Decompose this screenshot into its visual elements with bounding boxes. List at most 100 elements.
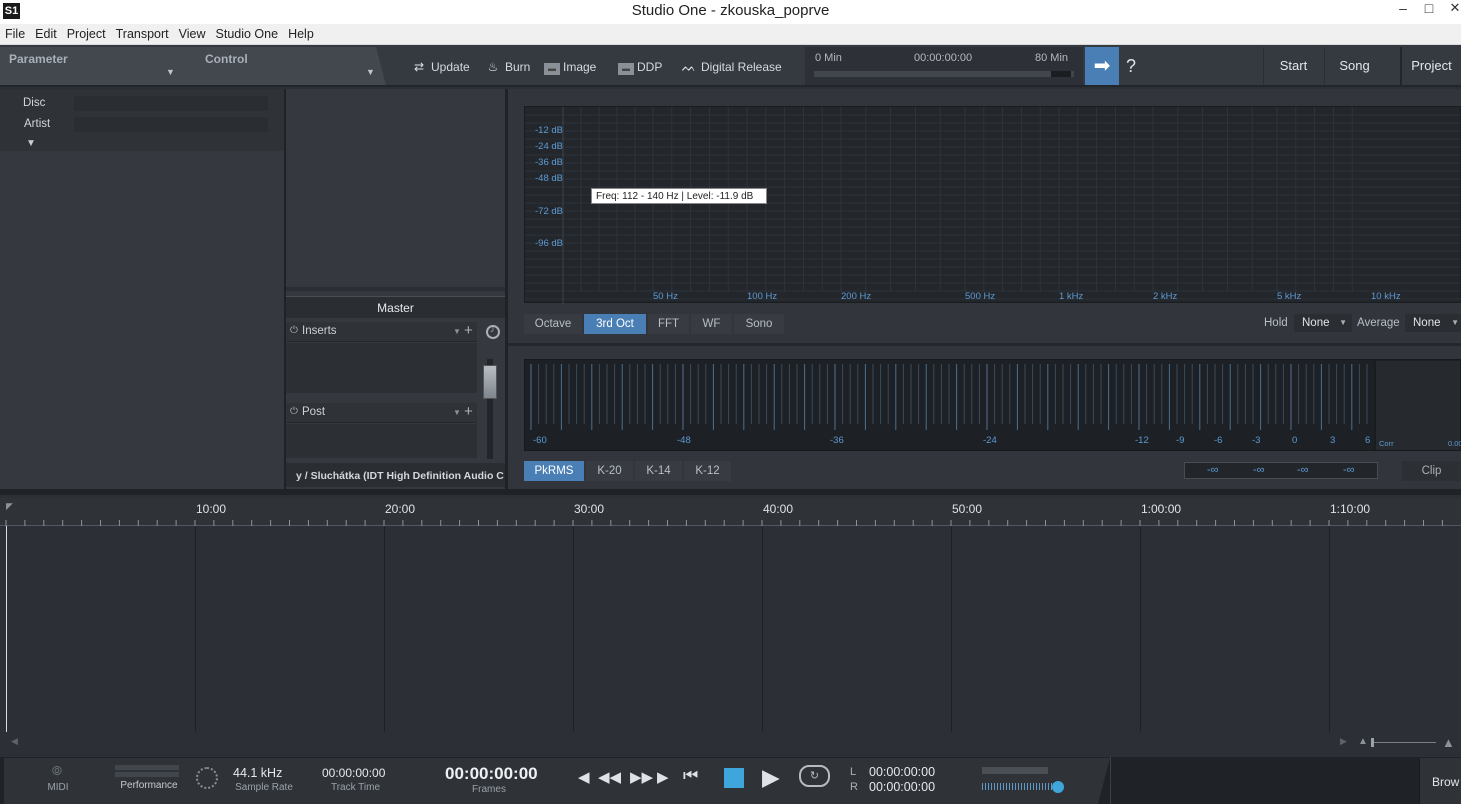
post-dropdown-icon[interactable]: ▼ [453, 408, 461, 417]
menu-transport[interactable]: Transport [111, 24, 174, 41]
nav-song[interactable]: Song [1324, 47, 1384, 85]
hz-label: 1 kHz [1059, 291, 1084, 302]
hz-label: 5 kHz [1277, 291, 1302, 302]
browse-button[interactable]: Brow [1419, 758, 1461, 804]
mini-timeline-track[interactable] [814, 71, 1074, 77]
nav-start[interactable]: Start [1263, 47, 1323, 85]
ruler-label: 50:00 [952, 502, 983, 516]
help-button[interactable]: ? [1126, 47, 1150, 85]
meter-mode-k14[interactable]: K-14 [635, 461, 682, 481]
zoom-slider[interactable] [1372, 742, 1436, 743]
scroll-right-icon[interactable]: ▶ [1340, 736, 1347, 747]
title-bar: S1 Studio One - zkouska_poprve – □ ✕ [0, 0, 1461, 24]
waveform-icon: ᨓ [681, 60, 697, 74]
add-post-icon[interactable]: + [464, 403, 473, 420]
control-dropdown-icon[interactable]: ▼ [366, 67, 375, 77]
minimize-icon[interactable]: – [1390, 0, 1416, 20]
burn-button[interactable]: ♨ Burn [484, 58, 531, 76]
image-button[interactable]: ▬ Image [544, 58, 596, 76]
horizontal-scrollbar[interactable]: ◀ ▶ ▲ ▲ [0, 732, 1461, 754]
scroll-left-icon[interactable]: ◀ [11, 736, 18, 747]
loop-start-value[interactable]: 00:00:00:00 [869, 765, 935, 779]
chevron-down-icon: ▼ [1339, 318, 1347, 327]
nav-project[interactable]: Project [1400, 47, 1461, 85]
master-volume-slider[interactable] [982, 783, 1056, 790]
zoom-slider-handle[interactable] [1371, 738, 1374, 747]
power-icon[interactable]: ⏻ [290, 325, 298, 336]
hz-label: 2 kHz [1153, 291, 1178, 302]
parameter-dropdown-icon[interactable]: ▼ [166, 67, 175, 77]
mode-wf[interactable]: WF [691, 314, 732, 334]
rewind-icon[interactable]: ◀◀ [598, 768, 621, 786]
menu-file[interactable]: File [0, 24, 30, 41]
digital-release-button[interactable]: ᨓ Digital Release [680, 58, 782, 76]
position-display[interactable]: 00:00:00:00 [445, 764, 538, 784]
return-to-start-icon[interactable]: ◀ [578, 768, 590, 786]
mini-timeline-end: 80 Min [1035, 52, 1069, 64]
post-header: ⏻ Post ▼ + [286, 403, 477, 423]
mode-sono[interactable]: Sono [734, 314, 784, 334]
export-arrow-button[interactable]: ➡ [1085, 47, 1119, 85]
meter-scale-label: 3 [1330, 435, 1336, 446]
fast-forward-icon[interactable]: ▶▶ [630, 768, 653, 786]
update-arrows-icon: ⇄ [413, 60, 425, 74]
mode-octave[interactable]: Octave [524, 314, 582, 334]
db-label: -72 dB [535, 206, 563, 217]
inserts-slots[interactable] [286, 343, 477, 393]
hz-label: 500 Hz [965, 291, 996, 302]
timeline-ruler[interactable]: ◤ 10:00 20:00 30:00 40:00 50:00 1:00:00 … [0, 498, 1461, 526]
loop-right-label: R [850, 781, 858, 793]
skip-back-icon[interactable]: ⏮ [683, 766, 698, 786]
artist-field[interactable] [74, 117, 268, 132]
disc-field[interactable] [74, 96, 268, 111]
mode-fft[interactable]: FFT [648, 314, 689, 334]
output-selector[interactable]: y / Sluchátka (IDT High Definition Audio… [286, 463, 505, 487]
meter-scale-label: 6 [1365, 435, 1371, 446]
menu-edit[interactable]: Edit [30, 24, 62, 41]
hold-select[interactable]: None ▼ [1294, 314, 1352, 332]
forward-end-icon[interactable]: ▶ [657, 768, 669, 786]
clock-icon[interactable]: ╯ [486, 325, 500, 339]
arrange-area[interactable] [0, 495, 1461, 757]
inserts-dropdown-icon[interactable]: ▼ [453, 327, 461, 336]
playhead[interactable] [6, 526, 7, 732]
update-button[interactable]: ⇄ Update [410, 58, 470, 76]
expand-metadata-icon[interactable]: ▼ [26, 138, 36, 149]
power-icon[interactable]: ⏻ [290, 406, 298, 417]
hz-label: 100 Hz [747, 291, 778, 302]
menu-view[interactable]: View [174, 24, 211, 41]
maximize-icon[interactable]: □ [1416, 0, 1442, 20]
stop-button[interactable] [724, 768, 744, 788]
mode-3rd-oct[interactable]: 3rd Oct [584, 314, 646, 334]
play-button[interactable]: ▶ [762, 764, 780, 791]
average-label: Average [1357, 317, 1400, 329]
db-label: -96 dB [535, 238, 563, 249]
meter-mode-pkrms[interactable]: PkRMS [524, 461, 584, 481]
mini-timeline[interactable]: 0 Min 00:00:00:00 80 Min [805, 47, 1083, 85]
close-icon[interactable]: ✕ [1442, 0, 1461, 20]
add-insert-icon[interactable]: + [464, 322, 473, 339]
post-slots[interactable] [286, 424, 477, 458]
meter-mode-k20[interactable]: K-20 [586, 461, 633, 481]
menu-project[interactable]: Project [62, 24, 111, 41]
meter-scale-label: -24 [983, 435, 997, 446]
db-label: -36 dB [535, 157, 563, 168]
db-label: -24 dB [535, 141, 563, 152]
ruler-label: 20:00 [385, 502, 416, 516]
spectrum-display[interactable]: -12 dB -24 dB -36 dB -48 dB -72 dB -96 d… [524, 106, 1461, 304]
ddp-button[interactable]: ▬ DDP [618, 58, 662, 76]
master-volume-knob[interactable] [1052, 781, 1064, 793]
loop-end-value[interactable]: 00:00:00:00 [869, 780, 935, 794]
zoom-out-icon[interactable]: ▲ [1358, 736, 1368, 747]
average-select[interactable]: None ▼ [1405, 314, 1461, 332]
performance-meter-cpu [115, 765, 179, 770]
volume-fader[interactable] [483, 365, 497, 399]
meter-mode-k12[interactable]: K-12 [684, 461, 731, 481]
ruler-label: 10:00 [196, 502, 227, 516]
clip-button[interactable]: Clip [1402, 461, 1461, 481]
zoom-in-icon[interactable]: ▲ [1442, 735, 1455, 750]
menu-help[interactable]: Help [283, 24, 319, 41]
loop-toggle-icon[interactable]: ↻ [799, 765, 830, 787]
menu-studio-one[interactable]: Studio One [211, 24, 284, 41]
sample-rate-label: Sample Rate [235, 782, 293, 793]
